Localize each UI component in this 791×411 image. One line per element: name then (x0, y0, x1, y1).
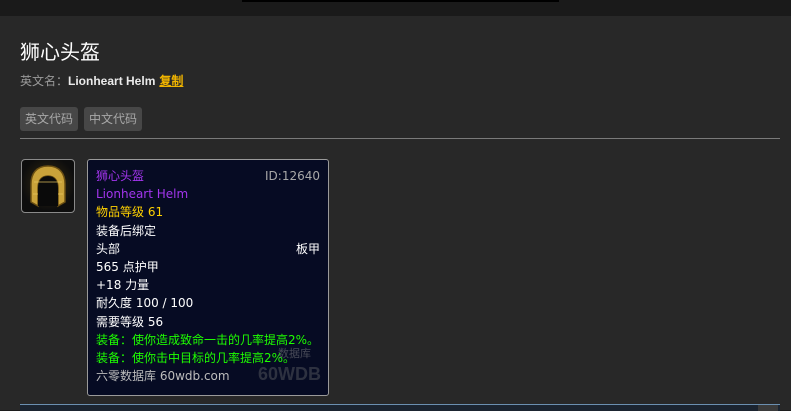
tooltip-equip-crit: 装备：使你造成致命一击的几率提高2%。 (96, 332, 320, 347)
tooltip-armor: 565 点护甲 (96, 260, 159, 275)
tooltip-header-row: 狮心头盔 ID:12640 (96, 167, 320, 185)
english-name-value: Lionheart Helm (68, 74, 156, 88)
tooltip-required-level: 需要等级 56 (96, 314, 164, 329)
tooltip-slot: 头部 (96, 241, 121, 256)
divider (20, 138, 780, 139)
chinese-code-button[interactable]: 中文代码 (84, 107, 143, 131)
tooltip-item-id: ID:12640 (265, 169, 320, 183)
code-buttons: 英文代码 中文代码 (20, 107, 143, 131)
tooltip-armor-type: 板甲 (295, 241, 320, 256)
bottom-strip-end (758, 405, 778, 411)
top-bar (0, 0, 791, 16)
item-tooltip: 狮心头盔 ID:12640 Lionheart Helm 物品等级 61 装备后… (87, 159, 329, 396)
english-code-button[interactable]: 英文代码 (20, 107, 79, 131)
lionheart-helm-icon[interactable] (21, 159, 75, 213)
tooltip-english-name: Lionheart Helm (96, 187, 189, 202)
tooltip-source: 六零数据库 60wdb.com (96, 369, 230, 384)
tooltip-durability: 耐久度 100 / 100 (96, 296, 194, 311)
tooltip-binding: 装备后绑定 (96, 223, 157, 238)
tooltip-item-level: 物品等级 61 (96, 205, 164, 220)
tooltip-equip-hit: 装备：使你击中目标的几率提高2%。 (96, 351, 296, 366)
copy-link[interactable]: 复制 (159, 74, 183, 88)
english-name-label: 英文名： (20, 74, 69, 88)
english-name-row: 英文名：Lionheart Helm 复制 (20, 72, 183, 89)
top-bar-accent (242, 0, 559, 2)
tooltip-strength: +18 力量 (96, 278, 150, 293)
helm-graphic (30, 165, 66, 208)
tooltip-item-name: 狮心头盔 (96, 169, 145, 183)
item-detail-panel: 狮心头盔 英文名：Lionheart Helm 复制 英文代码 中文代码 狮心头盔… (0, 16, 791, 411)
page-title: 狮心头盔 (20, 40, 100, 64)
tooltip-slot-row: 头部 板甲 (96, 240, 320, 258)
